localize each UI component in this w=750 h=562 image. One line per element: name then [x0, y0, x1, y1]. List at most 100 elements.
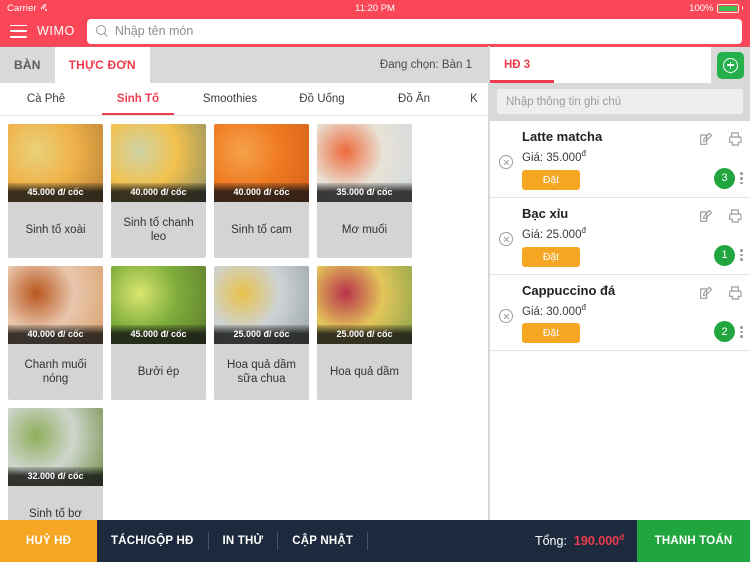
- order-item-icon-row: [667, 129, 743, 152]
- remove-item-button[interactable]: [499, 308, 513, 323]
- order-item-qty-row: 2: [714, 321, 743, 343]
- product-image: 45.000 đ/ cốc: [111, 266, 206, 344]
- selected-table-label: Đang chọn: Bàn 1: [379, 59, 472, 71]
- product-card[interactable]: 40.000 đ/ cốc Chanh muối nóng: [8, 266, 103, 400]
- product-card[interactable]: 40.000 đ/ cốc Sinh tố chanh leo: [111, 124, 206, 258]
- order-item-quantity-badge[interactable]: 2: [714, 321, 735, 343]
- bottom-toolbar: HUỶ HĐ TÁCH/GỘP HĐ IN THỬ CẬP NHẬT Tổng:…: [0, 520, 750, 562]
- battery-cap-icon: [741, 6, 743, 10]
- product-card[interactable]: 25.000 đ/ cốc Hoa quả dầm: [317, 266, 412, 400]
- bill-tab-hd3[interactable]: HĐ 3: [490, 47, 554, 83]
- order-item-info: Cappuccino đá Giá: 30.000đ Đặt: [522, 283, 667, 344]
- category-tab-do-an[interactable]: Đồ Ăn: [368, 83, 460, 115]
- product-price: 25.000 đ/ cốc: [214, 325, 309, 344]
- product-name: Sinh tố bơ: [29, 507, 82, 520]
- product-image: 40.000 đ/ cốc: [214, 124, 309, 202]
- order-item-price-text: Giá: 30.000: [522, 305, 582, 318]
- main-tab-bar: BÀN THỰC ĐƠN Đang chọn: Bàn 1: [0, 46, 488, 83]
- product-name: Hoa quả dầm: [329, 365, 400, 378]
- order-item-price-text: Giá: 25.000: [522, 228, 582, 241]
- status-bar: Carrier 11:20 PM 100%: [0, 0, 750, 17]
- more-options-icon[interactable]: [740, 249, 743, 262]
- order-item-icon-row: [667, 283, 743, 306]
- category-tab-ca-phe[interactable]: Cà Phê: [0, 83, 92, 115]
- product-card[interactable]: 45.000 đ/ cốc Sinh tố xoài: [8, 124, 103, 258]
- category-tab-do-uong[interactable]: Đồ Uống: [276, 83, 368, 115]
- category-tab-smoothies[interactable]: Smoothies: [184, 83, 276, 115]
- search-placeholder: Nhập tên món: [114, 24, 194, 38]
- order-item-row[interactable]: Cappuccino đá Giá: 30.000đ Đặt 2: [490, 275, 750, 352]
- category-tab-k[interactable]: K: [460, 83, 488, 115]
- print-icon[interactable]: [727, 208, 743, 229]
- product-price: 45.000 đ/ cốc: [8, 183, 103, 202]
- product-image: 40.000 đ/ cốc: [8, 266, 103, 344]
- edit-icon[interactable]: [698, 285, 714, 306]
- order-item-place-button[interactable]: Đặt: [522, 323, 580, 344]
- remove-item-button[interactable]: [499, 155, 513, 169]
- print-icon[interactable]: [727, 285, 743, 306]
- product-price: 35.000 đ/ cốc: [317, 183, 412, 202]
- search-input[interactable]: Nhập tên món: [86, 18, 742, 44]
- order-item-actions: 1: [667, 206, 743, 267]
- order-item-price: Giá: 25.000đ: [522, 226, 667, 241]
- order-item-info: Latte matcha Giá: 35.000đ Đặt: [522, 129, 667, 190]
- bill-note-placeholder: Nhập thông tin ghi chú: [506, 95, 622, 108]
- product-image: 25.000 đ/ cốc: [214, 266, 309, 344]
- brand-label: WIMO: [37, 24, 75, 38]
- menu-panel: BÀN THỰC ĐƠN Đang chọn: Bàn 1 Cà Phê Sin…: [0, 46, 490, 520]
- bill-note-input[interactable]: Nhập thông tin ghi chú: [497, 89, 743, 114]
- product-grid-scroll[interactable]: 45.000 đ/ cốc Sinh tố xoài 40.000 đ/ cốc Si…: [0, 116, 488, 520]
- tab-ban[interactable]: BÀN: [0, 47, 55, 83]
- product-card[interactable]: 25.000 đ/ cốc Hoa quả dầm sữa chua: [214, 266, 309, 400]
- product-price: 40.000 đ/ cốc: [111, 183, 206, 202]
- more-options-icon[interactable]: [740, 326, 743, 338]
- order-item-place-button[interactable]: Đặt: [522, 169, 580, 190]
- menu-icon[interactable]: [10, 24, 27, 38]
- total-label: Tổng:: [534, 534, 567, 548]
- split-merge-bill-button[interactable]: TÁCH/GỘP HĐ: [97, 520, 208, 562]
- order-item-currency: đ: [581, 149, 586, 158]
- order-item-quantity-badge[interactable]: 1: [714, 244, 735, 266]
- test-print-button[interactable]: IN THỬ: [209, 520, 278, 562]
- bill-tab-filler: [554, 47, 711, 83]
- order-item-currency: đ: [581, 302, 586, 312]
- order-item-place-button[interactable]: Đặt: [522, 246, 580, 267]
- total-currency: đ: [619, 533, 624, 543]
- order-item-row[interactable]: Latte matcha Giá: 35.000đ Đặt 3: [490, 121, 750, 198]
- category-tab-bar: Cà Phê Sinh Tố Smoothies Đồ Uống Đồ Ăn K: [0, 83, 488, 116]
- update-button[interactable]: CẬP NHẬT: [278, 520, 367, 562]
- edit-icon[interactable]: [698, 131, 714, 152]
- total-area: Tổng: 190.000đ: [535, 520, 637, 562]
- order-item-row[interactable]: Bạc xỉu Giá: 25.000đ Đặt 1: [490, 198, 750, 275]
- product-image: 45.000 đ/ cốc: [8, 124, 103, 202]
- checkout-button[interactable]: THANH TOÁN: [637, 520, 750, 562]
- product-card[interactable]: 32.000 đ/ cốc Sinh tố bơ: [8, 408, 103, 520]
- order-item-qty-row: 3: [714, 167, 743, 189]
- product-price: 45.000 đ/ cốc: [111, 325, 206, 344]
- product-card[interactable]: 45.000 đ/ cốc Bưởi ép: [111, 266, 206, 400]
- cancel-bill-button[interactable]: HUỶ HĐ: [0, 520, 97, 562]
- product-card[interactable]: 40.000 đ/ cốc Sinh tố cam: [214, 124, 309, 258]
- battery-icon: [716, 3, 739, 13]
- product-price: 40.000 đ/ cốc: [8, 325, 103, 344]
- tab-thuc-don[interactable]: THỰC ĐƠN: [54, 47, 150, 83]
- remove-item-button[interactable]: [499, 231, 513, 246]
- order-item-name: Latte matcha: [522, 129, 603, 144]
- product-card[interactable]: 35.000 đ/ cốc Mơ muối: [317, 124, 412, 258]
- category-tab-sinh-to[interactable]: Sinh Tố: [92, 83, 184, 115]
- total-value: 190.000đ: [574, 533, 624, 548]
- order-item-quantity-badge[interactable]: 3: [714, 167, 735, 189]
- more-options-icon[interactable]: [740, 172, 743, 185]
- app-body: BÀN THỰC ĐƠN Đang chọn: Bàn 1 Cà Phê Sin…: [0, 46, 750, 520]
- product-name: Mơ muối: [341, 223, 388, 236]
- product-image: 40.000 đ/ cốc: [111, 124, 206, 202]
- note-band: Nhập thông tin ghi chú: [490, 83, 750, 121]
- edit-icon[interactable]: [698, 208, 714, 229]
- product-price: 32.000 đ/ cốc: [8, 467, 103, 486]
- order-item-list[interactable]: Latte matcha Giá: 35.000đ Đặt 3 Bạc xỉu Giá: …: [490, 121, 750, 520]
- print-icon[interactable]: [727, 131, 743, 152]
- order-item-name: Cappuccino đá: [522, 282, 616, 298]
- order-item-price: Giá: 30.000đ: [522, 303, 667, 318]
- add-bill-button[interactable]: [717, 51, 744, 79]
- plus-icon: [723, 57, 738, 73]
